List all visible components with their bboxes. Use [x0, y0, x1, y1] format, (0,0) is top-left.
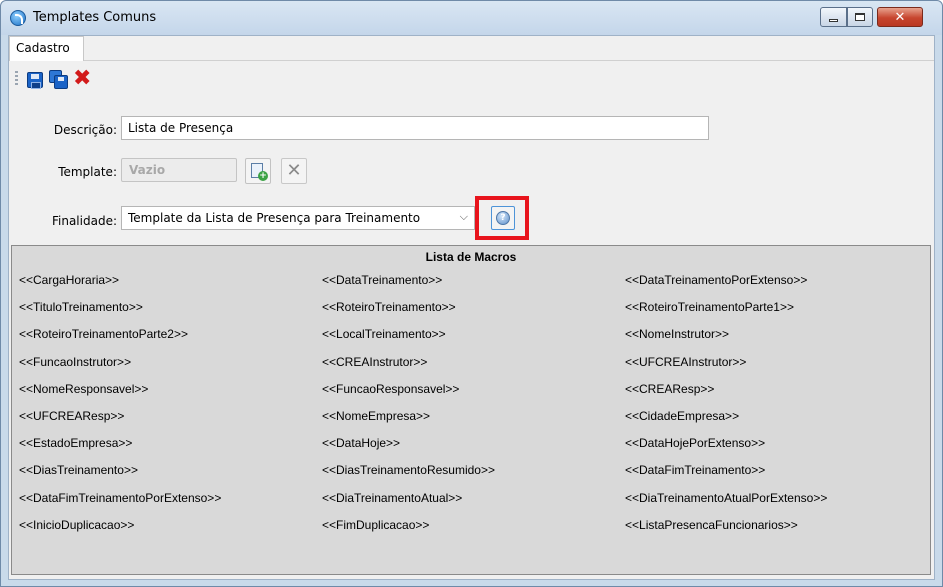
descricao-label: Descrição:: [53, 123, 117, 137]
finalidade-label: Finalidade:: [51, 214, 117, 228]
finalidade-select[interactable]: Template da Lista de Presença para Trein…: [121, 206, 475, 230]
close-icon: ✕: [894, 9, 906, 25]
minimize-icon: [829, 18, 838, 22]
help-button[interactable]: ?: [491, 206, 515, 230]
macro-item: <<CidadeEmpresa>>: [625, 409, 740, 423]
macro-item: <<EstadoEmpresa>>: [19, 436, 133, 450]
help-icon: ?: [496, 211, 510, 225]
macros-title: Lista de Macros: [425, 250, 517, 264]
title-bar[interactable]: Templates Comuns ✕: [1, 1, 942, 35]
macro-item: <<FuncaoInstrutor>>: [19, 355, 132, 369]
macro-item: <<NomeResponsavel>>: [19, 382, 149, 396]
macros-list: Lista de Macros <<CargaHoraria>> <<DataTr…: [11, 245, 931, 575]
tab-cadastro[interactable]: Cadastro: [9, 36, 84, 61]
tab-strip: Cadastro: [9, 36, 934, 61]
load-template-button[interactable]: +: [245, 158, 271, 184]
macro-item: <<DataHojePorExtenso>>: [625, 436, 766, 450]
macro-item: <<CargaHoraria>>: [19, 273, 120, 287]
macro-item: <<DataFimTreinamento>>: [625, 463, 766, 477]
finalidade-value: Template da Lista de Presença para Trein…: [128, 211, 421, 225]
chevron-down-icon: ⌵: [459, 210, 468, 223]
clear-icon: ✕: [286, 160, 302, 181]
macro-item: <<DataTreinamentoPorExtenso>>: [625, 273, 808, 287]
save-icon: [27, 72, 43, 89]
macro-item: <<NomeEmpresa>>: [322, 409, 431, 423]
minimize-button[interactable]: [820, 7, 847, 27]
macro-item: <<RoteiroTreinamentoParte1>>: [625, 300, 794, 314]
macro-item: <<DataFimTreinamentoPorExtenso>>: [19, 491, 222, 505]
macro-item: <<CREAResp>>: [625, 382, 715, 396]
toolbar: ✖: [13, 67, 133, 91]
maximize-icon: [855, 13, 865, 21]
macro-item: <<CREAInstrutor>>: [322, 355, 428, 369]
template-label: Template:: [58, 165, 117, 179]
maximize-button[interactable]: [847, 7, 873, 27]
clear-template-button[interactable]: ✕: [281, 158, 307, 184]
macro-item: <<TituloTreinamento>>: [19, 300, 143, 314]
macro-item: <<ListaPresencaFuncionarios>>: [625, 518, 798, 532]
macro-item: <<RoteiroTreinamento>>: [322, 300, 456, 314]
macro-item: <<NomeInstrutor>>: [625, 327, 730, 341]
macro-item: <<UFCREAResp>>: [19, 409, 125, 423]
window-title: Templates Comuns: [33, 10, 157, 25]
macro-item: <<RoteiroTreinamentoParte2>>: [19, 327, 188, 341]
client-area: Cadastro ✖ Descrição: Lista de Presença …: [8, 35, 935, 580]
app-window: Templates Comuns ✕ Cadastro ✖ Descrição:…: [0, 0, 943, 587]
delete-icon: ✖: [73, 66, 92, 91]
toolbar-grip[interactable]: [15, 71, 18, 87]
descricao-input[interactable]: Lista de Presença: [121, 116, 709, 140]
macro-item: <<DiaTreinamentoAtualPorExtenso>>: [625, 491, 828, 505]
macro-item: <<DataHoje>>: [322, 436, 401, 450]
macro-item: <<LocalTreinamento>>: [322, 327, 446, 341]
save-button[interactable]: [25, 70, 45, 90]
app-icon: [10, 10, 26, 26]
macro-item: <<DataTreinamento>>: [322, 273, 443, 287]
macro-item: <<FuncaoResponsavel>>: [322, 382, 460, 396]
save-all-button[interactable]: [49, 70, 69, 90]
macro-item: <<UFCREAInstrutor>>: [625, 355, 747, 369]
macro-item: <<InicioDuplicacao>>: [19, 518, 135, 532]
close-button[interactable]: ✕: [877, 7, 923, 27]
delete-button[interactable]: ✖: [73, 66, 93, 91]
macro-item: <<DiasTreinamentoResumido>>: [322, 463, 495, 477]
macro-item: <<DiaTreinamentoAtual>>: [322, 491, 463, 505]
add-icon: +: [258, 171, 268, 181]
cadastro-panel: ✖ Descrição: Lista de Presença Template:…: [9, 61, 934, 579]
template-input: Vazio: [121, 158, 237, 182]
macro-item: <<FimDuplicacao>>: [322, 518, 430, 532]
help-highlight: ?: [475, 196, 529, 240]
macro-item: <<DiasTreinamento>>: [19, 463, 138, 477]
